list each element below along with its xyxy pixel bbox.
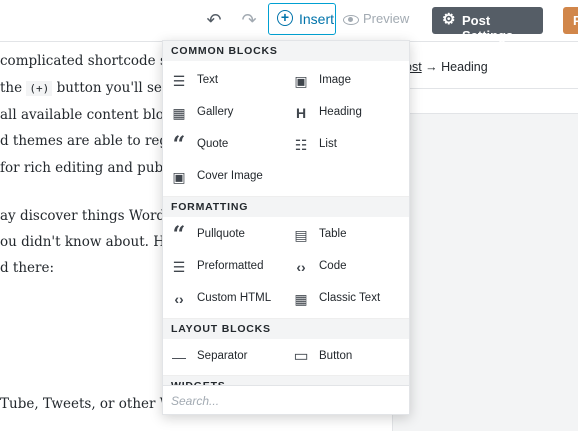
block-label: Button — [319, 350, 353, 362]
inline-code: (+) — [26, 81, 53, 96]
section-title: COMMON BLOCKS — [171, 45, 278, 57]
block-item-preformatted[interactable]: ☰ Preformatted — [163, 254, 273, 280]
block-label: Quote — [197, 138, 229, 150]
breadcrumb-current: → Heading — [421, 60, 488, 74]
section-header-formatting: FORMATTING — [163, 196, 409, 217]
block-item-cover-image[interactable]: ▣ Cover Image — [163, 164, 273, 190]
quote-icon: “ — [172, 132, 186, 158]
list-icon: ☷ — [294, 137, 308, 153]
gear-icon: ⚙ — [442, 11, 456, 28]
insert-label: Insert — [299, 11, 335, 27]
code-icon: ‹› — [296, 259, 306, 275]
paragraph-line: complicated shortcode s — [0, 53, 167, 69]
pullquote-icon: “ — [172, 222, 186, 248]
breadcrumb-text: ost → Heading — [405, 60, 488, 74]
block-label: Gallery — [197, 106, 234, 118]
block-item-code[interactable]: ‹› Code — [285, 254, 395, 280]
redo-icon[interactable]: ↷ — [238, 10, 260, 30]
paragraph-line: Tube, Tweets, or other W — [0, 396, 174, 412]
gallery-icon: ▦ — [172, 105, 186, 121]
add-circle-icon: + — [277, 10, 293, 26]
paragraph-text: button you'll see — [56, 80, 170, 96]
publish-label: P — [573, 13, 578, 28]
paragraph-line: ay discover things Word — [0, 208, 166, 224]
section-header-layout: LAYOUT BLOCKS — [163, 318, 409, 339]
section-header-common: COMMON BLOCKS — [163, 41, 409, 61]
block-label: Separator — [197, 350, 248, 362]
block-item-button[interactable]: ▭ Button — [285, 344, 395, 370]
block-item-separator[interactable]: — Separator — [163, 344, 273, 370]
block-item-gallery[interactable]: ▦ Gallery — [163, 100, 273, 126]
block-label: Code — [319, 260, 347, 272]
block-item-list[interactable]: ☷ List — [285, 132, 395, 158]
editor-toolbar: ↶ ↷ + Insert Preview ⚙ Post Settings P — [0, 0, 578, 43]
paragraph-line: the (+) button you'll see — [0, 80, 170, 96]
block-inserter-popover: COMMON BLOCKS ☰ Text ▣ Image ▦ Gallery H… — [162, 40, 410, 415]
publish-button[interactable]: P — [563, 7, 578, 34]
insert-button[interactable]: + Insert — [268, 3, 336, 35]
block-label: Custom HTML — [197, 292, 272, 304]
block-search — [163, 385, 409, 414]
block-label: Preformatted — [197, 260, 264, 272]
block-item-custom-html[interactable]: ‹› Custom HTML — [163, 286, 273, 312]
paragraph-line: d there: — [0, 260, 55, 276]
cover-image-icon: ▣ — [172, 169, 186, 185]
heading-icon: H — [295, 105, 307, 121]
post-settings-label: Post Settings — [462, 13, 514, 43]
paragraph-line: for rich editing and pub — [0, 160, 164, 176]
section-title: FORMATTING — [171, 201, 249, 213]
block-label: Text — [197, 74, 219, 86]
eye-icon — [343, 14, 359, 25]
block-item-image[interactable]: ▣ Image — [285, 68, 395, 94]
table-icon: ▤ — [294, 227, 308, 243]
custom-html-icon: ‹› — [174, 291, 184, 307]
text-icon: ☰ — [172, 73, 186, 89]
undo-icon[interactable]: ↶ — [203, 10, 225, 30]
separator-icon: — — [172, 349, 186, 365]
preformatted-icon: ☰ — [172, 259, 186, 275]
button-icon: ▭ — [293, 348, 309, 365]
settings-sidebar: ost → Heading — [392, 42, 578, 431]
block-search-input[interactable] — [169, 391, 403, 411]
preview-button[interactable]: Preview — [343, 11, 409, 26]
section-title: LAYOUT BLOCKS — [171, 323, 271, 335]
image-icon: ▣ — [294, 73, 308, 89]
block-label: Cover Image — [197, 170, 263, 182]
block-label: List — [319, 138, 337, 150]
block-label: Pullquote — [197, 228, 245, 240]
block-label: Table — [319, 228, 347, 240]
block-label: Image — [319, 74, 351, 86]
preview-label: Preview — [363, 11, 410, 26]
block-item-heading[interactable]: H Heading — [285, 100, 395, 126]
block-label: Classic Text — [319, 292, 381, 304]
block-item-classic-text[interactable]: ▦ Classic Text — [285, 286, 395, 312]
block-label: Heading — [319, 106, 362, 118]
block-item-text[interactable]: ☰ Text — [163, 68, 273, 94]
block-item-quote[interactable]: “ Quote — [163, 132, 273, 158]
block-item-table[interactable]: ▤ Table — [285, 222, 395, 248]
block-item-pullquote[interactable]: “ Pullquote — [163, 222, 273, 248]
paragraph-line: all available content blo — [0, 107, 164, 123]
sidebar-panel-header — [393, 89, 578, 114]
paragraph-line: d themes are able to regi — [0, 133, 173, 149]
paragraph-line: ou didn't know about. He — [0, 234, 173, 250]
post-settings-button[interactable]: ⚙ Post Settings — [432, 7, 543, 43]
paragraph-text: the — [0, 80, 23, 96]
breadcrumb: ost → Heading — [393, 42, 578, 89]
classic-text-icon: ▦ — [294, 291, 308, 307]
